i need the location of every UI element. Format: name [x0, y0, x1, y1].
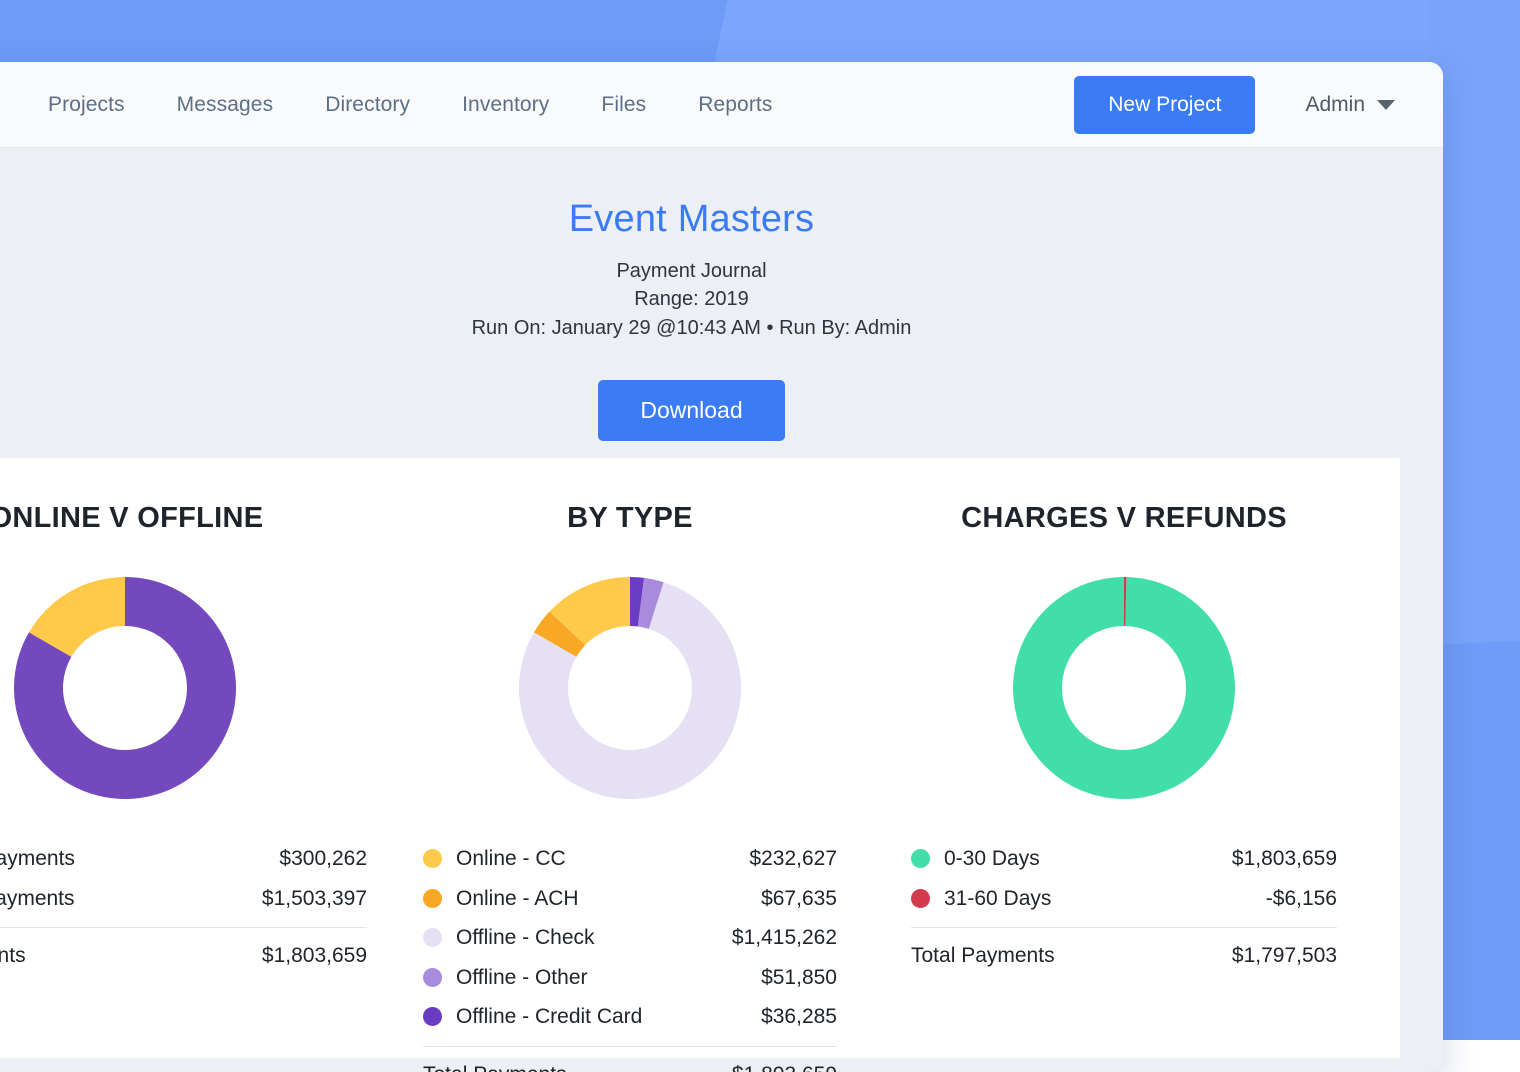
total-value: $1,803,659	[262, 944, 367, 968]
nav-link-reports[interactable]: Reports	[672, 93, 798, 117]
chart-card-charges-v-refunds: CHARGES V REFUNDS 0-30 Days$1,803,65931-…	[865, 502, 1365, 1058]
legend-color-dot	[423, 928, 442, 947]
legend-value: $1,415,262	[732, 922, 837, 954]
chart-legend: Online Payments$300,262Offline Payments$…	[0, 839, 367, 972]
legend-color-dot	[911, 889, 930, 908]
nav-right-actions: New Project Admin	[1074, 76, 1415, 134]
nav-link-projects[interactable]: Projects	[40, 93, 151, 117]
legend-color-dot	[423, 849, 442, 868]
user-menu-label: Admin	[1305, 93, 1365, 117]
donut-svg	[0, 563, 250, 813]
legend-divider: Total Payments$1,797,503	[911, 927, 1337, 972]
legend-color-dot	[423, 1007, 442, 1026]
chart-card-by-type: BY TYPE Online - CC$232,627Online - ACH$…	[395, 502, 865, 1058]
download-button[interactable]: Download	[598, 380, 784, 441]
chevron-down-icon	[1377, 100, 1395, 110]
legend-row: 0-30 Days$1,803,659	[911, 839, 1337, 879]
total-label: Total Payments	[0, 944, 262, 968]
chart-card-online-v-offline: ONLINE V OFFLINE Online Payments$300,262…	[0, 502, 395, 1058]
top-navigation-bar: Projects Messages Directory Inventory Fi…	[0, 62, 1443, 148]
nav-link-files[interactable]: Files	[575, 93, 672, 117]
legend-value: $36,285	[761, 1001, 837, 1033]
legend-value: $67,635	[761, 883, 837, 915]
legend-value: -$6,156	[1266, 883, 1337, 915]
donut-chart-charges-v-refunds	[911, 563, 1337, 813]
total-value: $1,803,659	[732, 1063, 837, 1072]
report-subtitle: Payment Journal	[0, 257, 1443, 285]
legend-label: Offline Payments	[0, 883, 262, 915]
total-row: Total Payments$1,797,503	[911, 934, 1337, 972]
chart-title: CHARGES V REFUNDS	[911, 502, 1337, 535]
legend-label: Online - CC	[456, 843, 749, 875]
legend-value: $51,850	[761, 962, 837, 994]
nav-link-directory[interactable]: Directory	[299, 93, 436, 117]
legend-label: Offline - Credit Card	[456, 1001, 761, 1033]
legend-color-dot	[423, 968, 442, 987]
legend-value: $1,503,397	[262, 883, 367, 915]
donut-svg	[999, 563, 1249, 813]
legend-value: $1,803,659	[1232, 843, 1337, 875]
legend-label: Online Payments	[0, 843, 279, 875]
total-value: $1,797,503	[1232, 944, 1337, 968]
chart-legend: Online - CC$232,627Online - ACH$67,635Of…	[423, 839, 837, 1072]
nav-link-messages[interactable]: Messages	[151, 93, 300, 117]
legend-row: Offline - Other$51,850	[423, 958, 837, 998]
legend-label: Offline - Check	[456, 922, 732, 954]
legend-row: Offline Payments$1,503,397	[0, 879, 367, 919]
legend-row: Offline - Credit Card$36,285	[423, 997, 837, 1037]
chart-title: BY TYPE	[423, 502, 837, 535]
legend-row: Offline - Check$1,415,262	[423, 918, 837, 958]
total-label: Total Payments	[423, 1063, 732, 1072]
legend-divider: Total Payments$1,803,659	[0, 927, 367, 972]
legend-row: 31-60 Days-$6,156	[911, 879, 1337, 919]
page-title: Event Masters	[0, 198, 1443, 241]
legend-label: Online - ACH	[456, 883, 761, 915]
legend-color-dot	[911, 849, 930, 868]
total-row: Total Payments$1,803,659	[0, 934, 367, 972]
background-wedge-right	[1430, 0, 1520, 720]
legend-row: Online Payments$300,262	[0, 839, 367, 879]
app-window: Projects Messages Directory Inventory Fi…	[0, 62, 1443, 1072]
report-range: Range: 2019	[0, 285, 1443, 313]
legend-value: $232,627	[749, 843, 837, 875]
legend-label: Offline - Other	[456, 962, 761, 994]
donut-chart-by-type	[423, 563, 837, 813]
total-row: Total Payments$1,803,659	[423, 1053, 837, 1072]
legend-color-dot	[423, 889, 442, 908]
charts-panel: ONLINE V OFFLINE Online Payments$300,262…	[0, 458, 1400, 1058]
nav-links: Projects Messages Directory Inventory Fi…	[40, 93, 798, 117]
legend-row: Online - CC$232,627	[423, 839, 837, 879]
legend-divider: Total Payments$1,803,659	[423, 1046, 837, 1072]
report-header: Event Masters Payment Journal Range: 201…	[0, 148, 1443, 458]
chart-title: ONLINE V OFFLINE	[0, 502, 367, 535]
legend-value: $300,262	[279, 843, 367, 875]
new-project-button[interactable]: New Project	[1074, 76, 1255, 134]
total-label: Total Payments	[911, 944, 1232, 968]
nav-link-inventory[interactable]: Inventory	[436, 93, 575, 117]
legend-label: 0-30 Days	[944, 843, 1232, 875]
chart-legend: 0-30 Days$1,803,65931-60 Days-$6,156Tota…	[911, 839, 1337, 972]
donut-svg	[505, 563, 755, 813]
user-menu[interactable]: Admin	[1305, 93, 1395, 117]
report-run-info: Run On: January 29 @10:43 AM • Run By: A…	[0, 314, 1443, 342]
legend-row: Online - ACH$67,635	[423, 879, 837, 919]
legend-label: 31-60 Days	[944, 883, 1266, 915]
donut-chart-online-v-offline	[0, 563, 367, 813]
